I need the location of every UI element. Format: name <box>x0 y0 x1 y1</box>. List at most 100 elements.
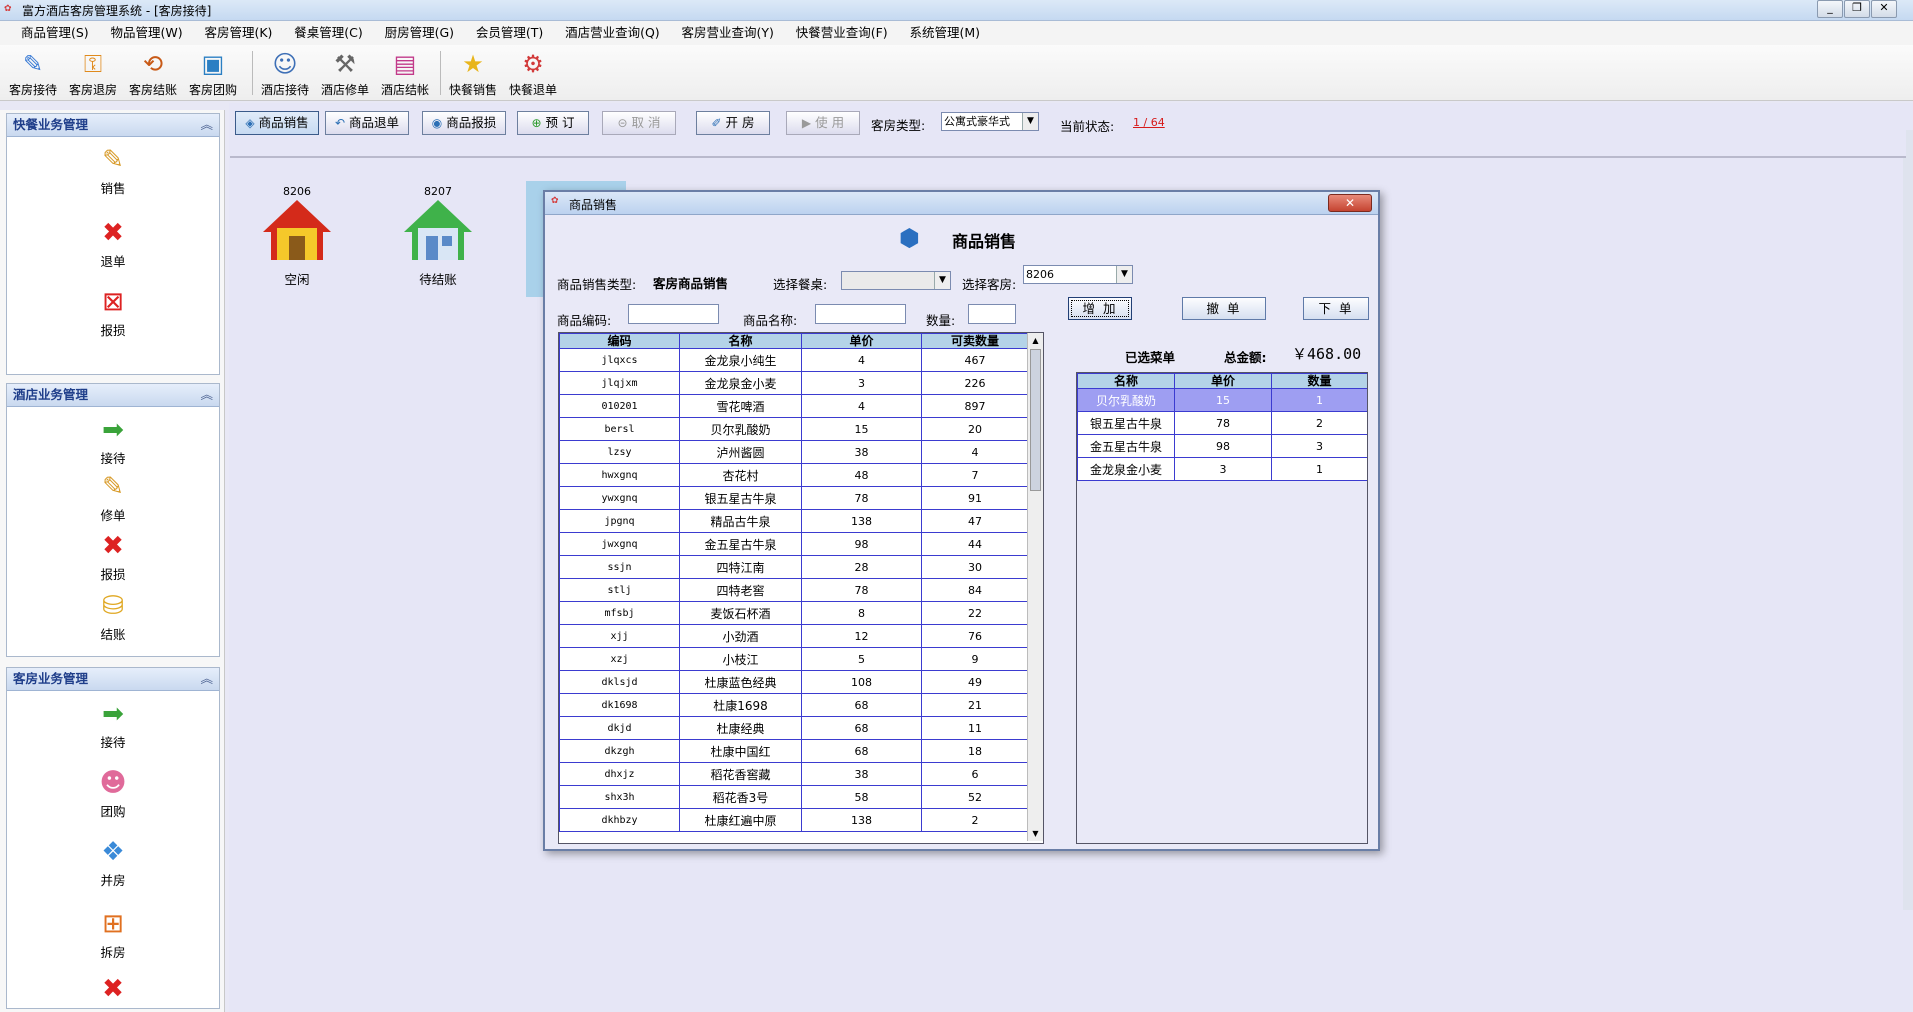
menu-members[interactable]: 会员管理(T) <box>467 21 552 45</box>
table-row[interactable]: jlqxcs 金龙泉小纯生 4 467 <box>559 348 1029 372</box>
restore-button[interactable]: ❐ <box>1844 0 1870 18</box>
table-row[interactable]: dkjd 杜康经典 68 11 <box>559 716 1029 740</box>
selected-row[interactable]: 金五星古牛泉 98 3 <box>1077 434 1367 458</box>
column-header-name[interactable]: 名称 <box>679 333 802 349</box>
goods-loss-button[interactable]: ◉ 商品报损 <box>422 111 506 135</box>
table-row[interactable]: ywxgnq 银五星古牛泉 78 91 <box>559 486 1029 510</box>
sidebar-fastfood-loss[interactable]: ⊠ 报损 <box>7 286 219 339</box>
column-header-qty[interactable]: 数量 <box>1271 373 1367 389</box>
column-header-name[interactable]: 名称 <box>1077 373 1175 389</box>
panel-hotel-header[interactable]: 酒店业务管理 ︽ <box>7 384 219 407</box>
menu-system[interactable]: 系统管理(M) <box>901 21 990 45</box>
table-row[interactable]: 010201 雪花啤酒 4 897 <box>559 394 1029 418</box>
menu-goods[interactable]: 商品管理(S) <box>12 21 98 45</box>
selected-row[interactable]: 银五星古牛泉 78 2 <box>1077 411 1367 435</box>
scroll-thumb[interactable] <box>1030 349 1041 491</box>
column-header-code[interactable]: 编码 <box>559 333 680 349</box>
table-row[interactable]: bersl 贝尔乳酸奶 15 20 <box>559 417 1029 441</box>
toolbar-fastfood-sale[interactable]: ★ 快餐销售 <box>444 47 502 99</box>
toolbar-room-checkout[interactable]: ⚿ 客房退房 <box>64 47 122 99</box>
table-select[interactable]: ▼ <box>841 271 951 290</box>
table-row[interactable]: dhxjz 稻花香窖藏 38 6 <box>559 762 1029 786</box>
toolbar-hotel-reception[interactable]: ☺ 酒店接待 <box>256 47 314 99</box>
room-select[interactable]: 8206 ▼ <box>1023 265 1133 284</box>
code-input[interactable] <box>628 304 719 324</box>
reserve-button[interactable]: ⊕ 预 订 <box>517 111 589 135</box>
chevron-up-icon[interactable]: ︽ <box>200 114 213 136</box>
sidebar-room-reception[interactable]: ➡ 接待 <box>7 698 219 751</box>
sidebar-room-merge[interactable]: ❖ 并房 <box>7 836 219 889</box>
table-row[interactable]: jpgnq 精品古牛泉 138 47 <box>559 509 1029 533</box>
toolbar-hotel-modify[interactable]: ⚒ 酒店修单 <box>316 47 374 99</box>
column-header-price[interactable]: 单价 <box>801 333 922 349</box>
main-scrollbar[interactable] <box>1903 130 1913 910</box>
use-button[interactable]: ▶ 使 用 <box>786 111 860 135</box>
table-row[interactable]: mfsbj 麦饭石杯酒 8 22 <box>559 601 1029 625</box>
goods-sale-button[interactable]: ◈ 商品销售 <box>235 111 319 135</box>
column-header-price[interactable]: 单价 <box>1174 373 1272 389</box>
table-row[interactable]: xjj 小劲酒 12 76 <box>559 624 1029 648</box>
table-row[interactable]: dklsjd 杜康蓝色经典 108 49 <box>559 670 1029 694</box>
table-row[interactable]: xzj 小枝江 5 9 <box>559 647 1029 671</box>
toolbar-room-reception[interactable]: ✎ 客房接待 <box>4 47 62 99</box>
menu-hotel-query[interactable]: 酒店营业查询(Q) <box>556 21 669 45</box>
sidebar-fastfood-return[interactable]: ✖ 退单 <box>7 217 219 270</box>
table-row[interactable]: stlj 四特老窖 78 84 <box>559 578 1029 602</box>
room-tile[interactable]: 8206 空闲 <box>252 185 342 288</box>
toolbar-room-bill[interactable]: ⟲ 客房结账 <box>124 47 182 99</box>
scroll-up-icon[interactable]: ▲ <box>1028 333 1043 348</box>
table-row[interactable]: jlqjxm 金龙泉金小麦 3 226 <box>559 371 1029 395</box>
sidebar-room-group[interactable]: ☻ 团购 <box>7 767 219 820</box>
table-row[interactable]: ssjn 四特江南 28 30 <box>559 555 1029 579</box>
table-row[interactable]: hwxgnq 杏花村 48 7 <box>559 463 1029 487</box>
qty-input[interactable] <box>968 304 1016 324</box>
table-row[interactable]: shx3h 稻花香3号 58 52 <box>559 785 1029 809</box>
scroll-down-icon[interactable]: ▼ <box>1028 826 1043 841</box>
sidebar-fastfood-sale[interactable]: ✎ 销售 <box>7 144 219 197</box>
toolbar-hotel-bill[interactable]: ▤ 酒店结帐 <box>376 47 434 99</box>
chevron-up-icon[interactable]: ︽ <box>200 384 213 406</box>
column-header-stock[interactable]: 可卖数量 <box>921 333 1029 349</box>
sidebar-hotel-reception[interactable]: ➡ 接待 <box>7 414 219 467</box>
remove-button[interactable]: 撤 单 <box>1182 297 1266 320</box>
table-row[interactable]: dkhbzy 杜康红遍中原 138 2 <box>559 808 1029 832</box>
panel-fastfood-header[interactable]: 快餐业务管理 ︽ <box>7 114 219 137</box>
room-type-select[interactable]: 公寓式豪华式 ▼ <box>941 112 1039 131</box>
add-button[interactable]: 增 加 <box>1068 297 1132 320</box>
table-row[interactable]: lzsy 泸州酱圆 38 4 <box>559 440 1029 464</box>
menu-room-query[interactable]: 客房营业查询(Y) <box>673 21 783 45</box>
room-tile[interactable]: 8207 待结账 <box>393 185 483 288</box>
menu-rooms[interactable]: 客房管理(K) <box>195 21 281 45</box>
table-row[interactable]: dkzgh 杜康中国红 68 18 <box>559 739 1029 763</box>
coins-icon: ⛁ <box>102 591 124 621</box>
close-window-button[interactable]: ✕ <box>1871 0 1897 18</box>
table-cell: 28 <box>801 555 922 579</box>
menu-tables[interactable]: 餐桌管理(C) <box>285 21 371 45</box>
sidebar-hotel-modify[interactable]: ✎ 修单 <box>7 471 219 524</box>
open-room-button[interactable]: ✐ 开 房 <box>696 111 770 135</box>
minimize-button[interactable]: _ <box>1817 0 1843 18</box>
menu-kitchen[interactable]: 厨房管理(G) <box>376 21 463 45</box>
goods-scrollbar[interactable]: ▲ ▼ <box>1027 333 1043 841</box>
panel-room-header[interactable]: 客房业务管理 ︽ <box>7 668 219 691</box>
cancel-button[interactable]: ⊝ 取 消 <box>602 111 676 135</box>
status-value[interactable]: 1 / 64 <box>1133 116 1165 129</box>
table-row[interactable]: dk1698 杜康1698 68 21 <box>559 693 1029 717</box>
table-row[interactable]: jwxgnq 金五星古牛泉 98 44 <box>559 532 1029 556</box>
dialog-close-button[interactable]: ✕ <box>1328 194 1372 212</box>
selected-row[interactable]: 金龙泉金小麦 3 1 <box>1077 457 1367 481</box>
order-button[interactable]: 下 单 <box>1303 297 1369 320</box>
sidebar-hotel-checkout[interactable]: ⛁ 结账 <box>7 590 219 643</box>
sidebar-room-more[interactable]: ✖ <box>7 973 219 1005</box>
toolbar-room-group[interactable]: ▣ 客房团购 <box>184 47 242 99</box>
goods-return-button[interactable]: ↶ 商品退单 <box>325 111 409 135</box>
table-cell: 44 <box>921 532 1029 556</box>
menu-items[interactable]: 物品管理(W) <box>102 21 192 45</box>
toolbar-fastfood-return[interactable]: ⚙ 快餐退单 <box>504 47 562 99</box>
chevron-up-icon[interactable]: ︽ <box>200 668 213 690</box>
name-input[interactable] <box>815 304 906 324</box>
menu-fastfood-query[interactable]: 快餐营业查询(F) <box>787 21 897 45</box>
sidebar-room-split[interactable]: ⊞ 拆房 <box>7 908 219 961</box>
sidebar-hotel-loss[interactable]: ✖ 报损 <box>7 530 219 583</box>
selected-row[interactable]: 贝尔乳酸奶 15 1 <box>1077 388 1367 412</box>
